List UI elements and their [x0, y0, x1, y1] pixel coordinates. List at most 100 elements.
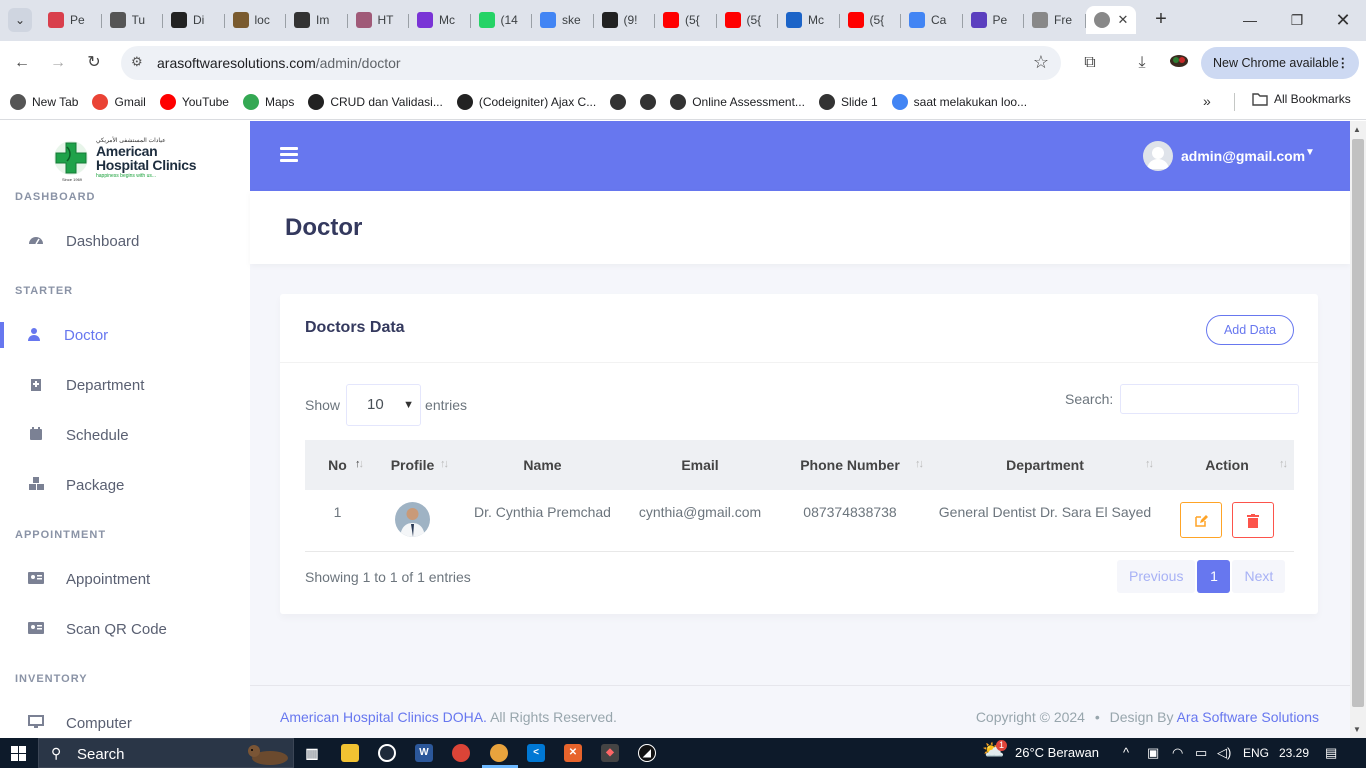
file-explorer-icon[interactable] — [341, 744, 359, 762]
bookmark-item[interactable]: Slide 1 — [818, 93, 878, 110]
page-1-button[interactable]: 1 — [1197, 560, 1231, 593]
column-department[interactable]: Department ↑↓ — [930, 440, 1160, 490]
close-window-button[interactable]: ✕ — [1328, 8, 1358, 32]
browser-tab[interactable]: (9! — [594, 6, 656, 34]
page-scrollbar[interactable]: ▲ ▼ — [1350, 121, 1366, 738]
bookmark-item[interactable] — [640, 93, 657, 110]
browser-tab[interactable]: HT — [348, 6, 410, 34]
column-profile[interactable]: Profile ↑↓ — [370, 440, 455, 490]
caret-down-icon[interactable]: ▼ — [1305, 147, 1315, 158]
new-tab-button[interactable]: + — [1150, 8, 1172, 30]
app-icon[interactable]: ◢ — [638, 744, 656, 762]
battery-icon[interactable]: ▭ — [1195, 745, 1207, 761]
windows-start-icon[interactable] — [11, 746, 26, 761]
browser-tab[interactable]: Mc — [778, 6, 840, 34]
bookmark-item[interactable] — [610, 93, 627, 110]
all-bookmarks-button[interactable]: All Bookmarks — [1252, 92, 1351, 106]
hamburger-menu-icon[interactable] — [280, 147, 298, 163]
add-data-button[interactable]: Add Data — [1206, 315, 1294, 345]
wifi-icon[interactable]: ◠ — [1172, 745, 1183, 761]
entries-select[interactable]: 10 ▼ — [346, 384, 422, 426]
delete-button[interactable] — [1231, 502, 1274, 538]
bookmark-item[interactable]: (Codeigniter) Ajax C... — [456, 93, 596, 110]
search-input[interactable] — [1120, 384, 1300, 414]
tab-search-button[interactable]: ⌄ — [8, 8, 32, 32]
sidebar-item-dashboard[interactable]: Dashboard — [0, 221, 250, 261]
bookmark-item[interactable]: CRUD dan Validasi... — [308, 93, 443, 110]
browser-tab[interactable]: (14 — [471, 6, 533, 34]
app-icon[interactable] — [378, 744, 396, 762]
browser-tab[interactable]: ske — [532, 6, 594, 34]
bookmark-item[interactable]: Gmail — [92, 93, 146, 110]
browser-tab[interactable]: Ca — [901, 6, 963, 34]
browser-tab[interactable]: (5{ — [840, 6, 902, 34]
next-page-button[interactable]: Next — [1232, 560, 1286, 593]
browser-tab[interactable]: Mc — [409, 6, 471, 34]
chrome-canary-icon[interactable] — [490, 744, 508, 762]
browser-tab[interactable]: loc — [225, 6, 287, 34]
browser-tab[interactable]: Im — [286, 6, 348, 34]
browser-tab[interactable]: Tu — [102, 6, 164, 34]
vscode-icon[interactable]: < — [527, 744, 545, 762]
sidebar-item-appointment[interactable]: Appointment — [0, 559, 250, 599]
column-action[interactable]: Action ↑↓ — [1160, 440, 1294, 490]
download-icon[interactable]: ⤓ — [1130, 51, 1154, 75]
xampp-icon[interactable]: ✕ — [564, 744, 582, 762]
bookmark-item[interactable]: saat melakukan loo... — [891, 93, 1027, 110]
address-bar[interactable]: ⚙ arasoftwaresolutions.com/admin/doctor … — [121, 46, 1061, 80]
browser-tab[interactable]: (5{ — [717, 6, 779, 34]
task-view-icon[interactable]: ▥ — [303, 744, 321, 762]
sidebar-item-package[interactable]: Package — [0, 465, 250, 505]
word-icon[interactable]: W — [415, 744, 433, 762]
sidebar-item-doctor[interactable]: Doctor — [0, 315, 250, 355]
previous-page-button[interactable]: Previous — [1117, 560, 1196, 593]
more-bookmarks-icon[interactable]: » — [1203, 93, 1211, 109]
sidebar-item-computer[interactable]: Computer — [0, 703, 250, 738]
sidebar-item-scan-qr-code[interactable]: Scan QR Code — [0, 609, 250, 649]
extensions-icon[interactable]: ⧉ — [1078, 51, 1102, 75]
bookmark-item[interactable]: Online Assessment... — [670, 93, 805, 110]
tray-chevron-icon[interactable]: ^ — [1123, 745, 1129, 760]
site-info-icon[interactable]: ⚙ — [131, 54, 143, 70]
network-icon[interactable]: ▣ — [1147, 745, 1159, 761]
footer-designer-link[interactable]: Ara Software Solutions — [1177, 709, 1319, 725]
close-tab-icon[interactable]: ✕ — [1118, 12, 1129, 28]
clock[interactable]: 23.29 — [1279, 746, 1309, 760]
back-button[interactable]: ← — [10, 51, 34, 75]
minimize-button[interactable]: — — [1235, 8, 1265, 32]
scroll-thumb[interactable] — [1352, 139, 1364, 707]
hospital-logo[interactable]: عيادات المستشفى الأمريكي American Hospita… — [52, 135, 202, 182]
active-browser-tab[interactable]: ✕ — [1085, 6, 1136, 34]
column-phone-number[interactable]: Phone Number ↑↓ — [770, 440, 930, 490]
bookmark-item[interactable]: YouTube — [159, 93, 229, 110]
chrome-update-button[interactable]: New Chrome available ⋮ — [1201, 47, 1359, 79]
browser-tab[interactable]: Fre — [1024, 6, 1086, 34]
weather-text[interactable]: 26°C Berawan — [1015, 745, 1099, 760]
git-icon[interactable]: ◆ — [601, 744, 619, 762]
bookmark-item[interactable]: New Tab — [10, 93, 78, 110]
column-no[interactable]: No ↑↓ — [305, 440, 370, 490]
chrome-icon[interactable] — [452, 744, 470, 762]
profile-extension-icon[interactable] — [1167, 51, 1191, 75]
browser-tab[interactable]: Pe — [40, 6, 102, 34]
bookmark-item[interactable]: Maps — [242, 93, 294, 110]
language-indicator[interactable]: ENG — [1243, 746, 1269, 760]
volume-icon[interactable]: ◁) — [1217, 745, 1231, 761]
avatar[interactable] — [1143, 141, 1173, 171]
scroll-up-icon[interactable]: ▲ — [1353, 125, 1361, 134]
forward-button[interactable]: → — [46, 51, 70, 75]
sidebar-item-department[interactable]: Department — [0, 365, 250, 405]
browser-tab[interactable]: Di — [163, 6, 225, 34]
chrome-menu-icon[interactable]: ⋮ — [1337, 47, 1350, 79]
browser-tab[interactable]: (5{ — [655, 6, 717, 34]
restore-button[interactable]: ❐ — [1282, 8, 1312, 32]
scroll-down-icon[interactable]: ▼ — [1353, 725, 1361, 734]
footer-org-link[interactable]: American Hospital Clinics DOHA. — [280, 709, 487, 725]
notifications-icon[interactable]: ▤ — [1325, 745, 1337, 761]
taskbar-search[interactable]: ⚲ Search — [38, 738, 294, 768]
reload-button[interactable]: ↻ — [82, 51, 106, 75]
sidebar-item-schedule[interactable]: Schedule — [0, 415, 250, 455]
bookmark-star-icon[interactable]: ☆ — [1033, 52, 1049, 73]
user-email[interactable]: admin@gmail.com — [1181, 148, 1305, 164]
browser-tab[interactable]: Pe — [963, 6, 1025, 34]
